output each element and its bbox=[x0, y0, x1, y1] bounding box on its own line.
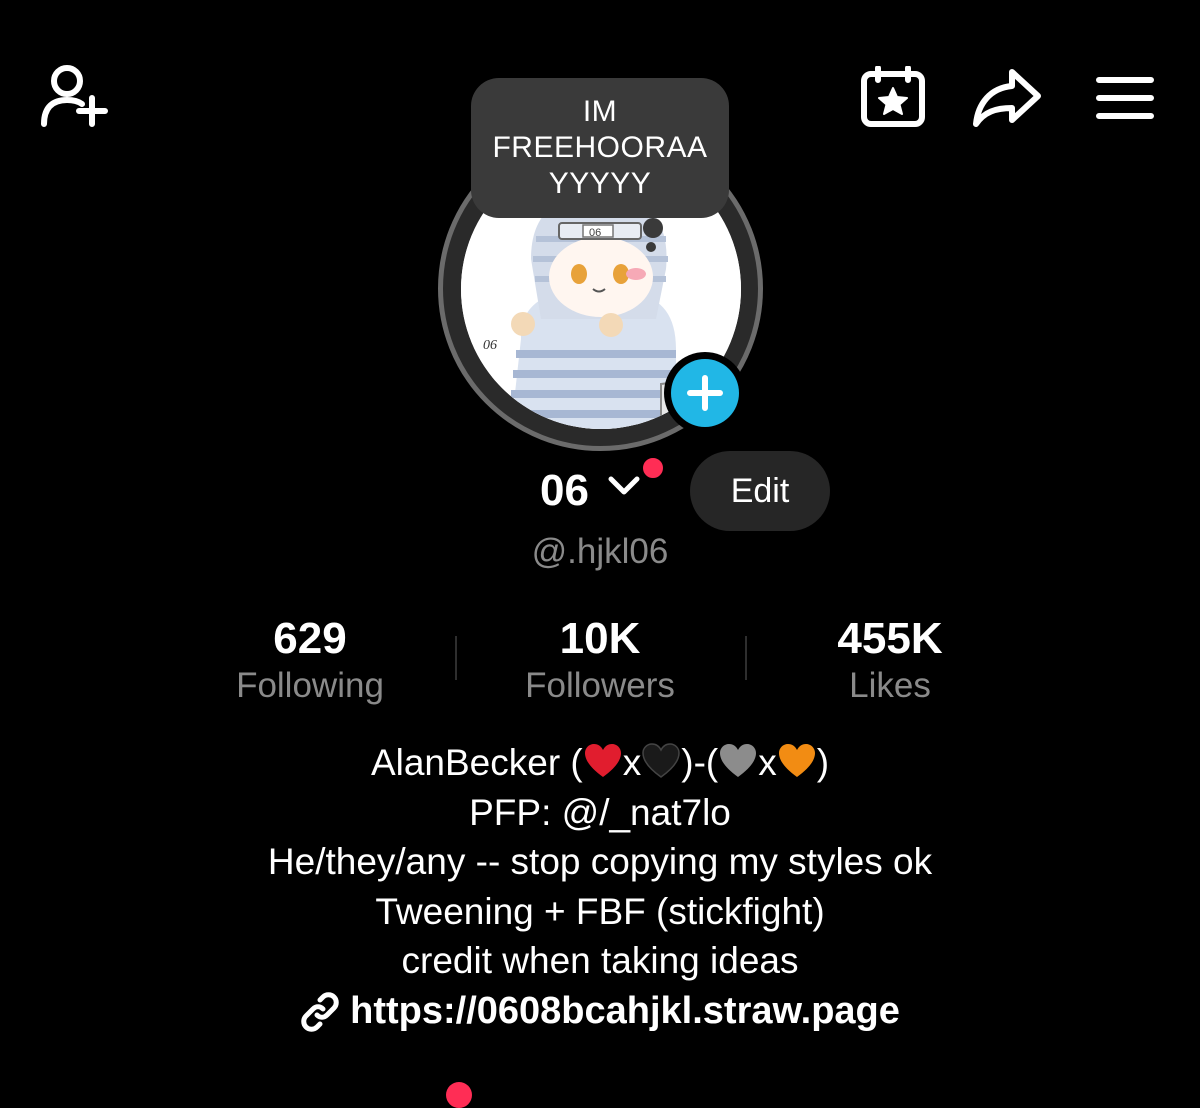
notification-dot bbox=[640, 455, 666, 481]
svg-text:06: 06 bbox=[483, 338, 497, 353]
edit-profile-button[interactable]: Edit bbox=[690, 451, 830, 531]
partial-notification-dot bbox=[446, 1082, 472, 1108]
bio-line-4: Tweening + FBF (stickfight) bbox=[375, 890, 825, 932]
stat-likes[interactable]: 455K Likes bbox=[745, 612, 1035, 708]
stat-label: Following bbox=[236, 666, 384, 705]
stat-value: 455K bbox=[837, 614, 943, 663]
stat-label: Likes bbox=[849, 666, 931, 705]
chevron-down-icon bbox=[608, 476, 640, 495]
profile-link-url: https://0608bcahjkl.straw.page bbox=[350, 990, 900, 1032]
username-handle: @.hjkl06 bbox=[531, 532, 669, 571]
menu-button[interactable] bbox=[1096, 76, 1154, 120]
share-button[interactable] bbox=[972, 68, 1042, 128]
plus-icon bbox=[687, 375, 723, 411]
black-heart-icon bbox=[642, 743, 681, 778]
bio-line-5: credit when taking ideas bbox=[401, 940, 799, 981]
add-friend-button[interactable] bbox=[40, 64, 112, 130]
stat-value: 10K bbox=[559, 614, 641, 663]
share-arrow-icon bbox=[973, 69, 1041, 127]
stat-label: Followers bbox=[525, 666, 675, 705]
add-avatar-button[interactable] bbox=[664, 352, 746, 434]
stat-value: 629 bbox=[273, 614, 347, 663]
bio: AlanBecker ( x )-( x) PFP: @/_nat7lo He/the… bbox=[100, 738, 1100, 986]
bio-text: )-( bbox=[681, 742, 719, 783]
display-name-text: 06 bbox=[540, 466, 589, 515]
bio-text: ) bbox=[816, 742, 830, 783]
calendar-star-icon bbox=[861, 66, 925, 127]
stat-following[interactable]: 629 Following bbox=[165, 612, 455, 708]
red-heart-icon bbox=[584, 744, 621, 777]
profile-link[interactable]: https://0608bcahjkl.straw.page bbox=[100, 990, 1100, 1033]
stat-followers[interactable]: 10K Followers bbox=[455, 612, 745, 708]
note-bubble-tail-small bbox=[646, 242, 656, 252]
grey-heart-icon bbox=[720, 744, 757, 777]
hamburger-menu-icon bbox=[1096, 77, 1154, 119]
note-bubble[interactable]: IM FREEHOORAA YYYYY bbox=[471, 78, 729, 218]
person-plus-icon bbox=[41, 65, 108, 127]
note-bubble-tail-large bbox=[643, 218, 663, 238]
bio-text: x bbox=[622, 742, 642, 783]
bio-line-2: PFP: @/_nat7lo bbox=[469, 791, 731, 833]
bio-line-1: AlanBecker ( x )-( x) bbox=[100, 738, 1100, 788]
bio-text: x bbox=[758, 742, 777, 783]
bio-text: AlanBecker ( bbox=[370, 742, 583, 783]
display-name[interactable]: 06 bbox=[540, 465, 641, 517]
link-icon bbox=[301, 991, 339, 1032]
artwork-label: 06 bbox=[589, 227, 601, 239]
calendar-button[interactable] bbox=[860, 66, 926, 128]
orange-heart-icon bbox=[778, 744, 815, 777]
bio-line-3: He/they/any -- stop copying my styles ok bbox=[267, 841, 933, 882]
note-text: IM FREEHOORAA YYYYY bbox=[492, 95, 708, 200]
